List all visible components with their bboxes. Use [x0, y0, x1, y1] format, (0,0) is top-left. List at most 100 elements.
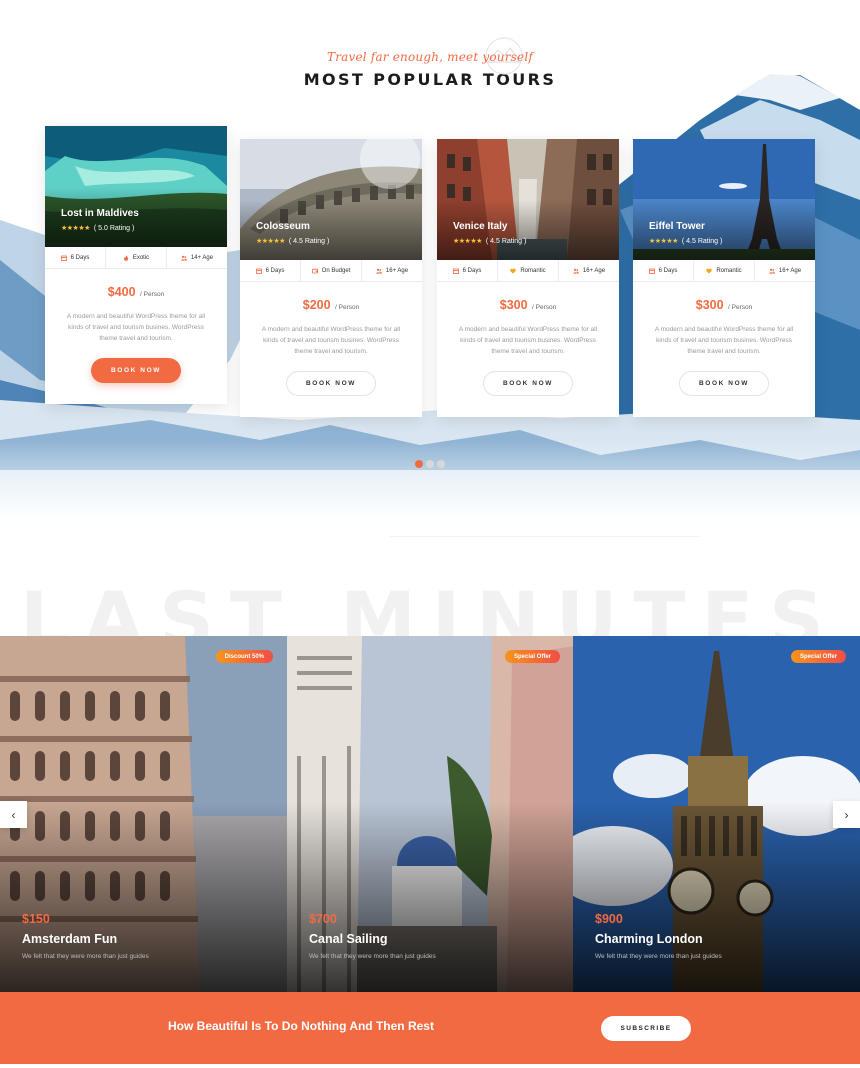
meta-age: 14+ Age — [167, 247, 227, 268]
meta-category: Romantic — [498, 260, 559, 281]
price-unit: / Person — [728, 304, 753, 311]
rating-stars: ★★★★★ — [256, 238, 285, 245]
book-now-button[interactable]: BOOK NOW — [483, 371, 573, 396]
tour-name[interactable]: Eiffel Tower — [649, 221, 705, 232]
tour-description: A modern and beautiful WordPress theme f… — [458, 326, 598, 355]
price-unit: / Person — [140, 291, 165, 298]
price-amount: $300 — [499, 298, 528, 312]
people-icon — [181, 255, 187, 261]
divider — [390, 536, 700, 537]
tour-description: A modern and beautiful WordPress theme f… — [66, 313, 206, 342]
tour-image[interactable]: Colosseum ★★★★★( 4.5 Rating ) — [240, 139, 422, 260]
calendar-icon — [452, 268, 459, 274]
deal-description: We felt that they were more than just gu… — [22, 953, 149, 960]
tour-card[interactable]: Eiffel Tower ★★★★★( 4.5 Rating ) 6 Days … — [633, 139, 815, 417]
deal-card[interactable]: Special Offer $700 Canal Sailing We felt… — [287, 636, 574, 992]
tour-card[interactable]: Colosseum ★★★★★( 4.5 Rating ) 6 Days On … — [240, 139, 422, 417]
section-header: Travel far enough, meet yourself MOST PO… — [0, 37, 860, 89]
flame-icon — [123, 254, 129, 261]
price-amount: $200 — [302, 298, 331, 312]
meta-category: Romantic — [694, 260, 755, 281]
people-icon — [769, 268, 775, 274]
tour-image[interactable]: Eiffel Tower ★★★★★( 4.5 Rating ) — [633, 139, 815, 260]
section-tagline: Travel far enough, meet yourself — [326, 50, 534, 64]
tour-price: $300 / Person — [633, 296, 815, 314]
tour-card[interactable]: Lost in Maldives ★★★★★( 5.0 Rating ) 6 D… — [45, 126, 227, 404]
special-offer-badge: Special Offer — [790, 650, 846, 663]
prev-arrow-icon[interactable]: ‹ — [0, 801, 27, 828]
subscribe-text: How Beautiful Is To Do Nothing And Then … — [168, 1019, 434, 1033]
meta-age: 16+ Age — [559, 260, 619, 281]
calendar-icon — [60, 255, 67, 261]
subscribe-banner: How Beautiful Is To Do Nothing And Then … — [0, 992, 860, 1064]
tour-image[interactable]: Venice Italy ★★★★★( 4.5 Rating ) — [437, 139, 619, 260]
tour-rating: ★★★★★( 4.5 Rating ) — [453, 237, 526, 245]
slider-pagination — [415, 460, 445, 468]
deal-description: We felt that they were more than just gu… — [309, 953, 436, 960]
price-amount: $400 — [107, 285, 136, 299]
tour-description: A modern and beautiful WordPress theme f… — [261, 326, 401, 355]
meta-duration: 6 Days — [45, 247, 106, 268]
deal-card[interactable]: Special Offer $900 Charming London We fe… — [573, 636, 860, 992]
price-amount: $300 — [695, 298, 724, 312]
tour-meta: 6 Days Exotic 14+ Age — [45, 247, 227, 269]
tour-image[interactable]: Lost in Maldives ★★★★★( 5.0 Rating ) — [45, 126, 227, 247]
price-unit: / Person — [335, 304, 360, 311]
tour-meta: 6 Days Romantic 16+ Age — [633, 260, 815, 282]
tour-card[interactable]: Venice Italy ★★★★★( 4.5 Rating ) 6 Days … — [437, 139, 619, 417]
meta-duration: 6 Days — [633, 260, 694, 281]
wallet-icon — [311, 268, 318, 274]
slider-dot-1[interactable] — [415, 460, 423, 468]
tour-price: $400 / Person — [45, 283, 227, 301]
meta-category: On Budget — [301, 260, 362, 281]
special-offer-badge: Special Offer — [504, 650, 560, 663]
calendar-icon — [255, 268, 262, 274]
deal-price: $700 — [309, 912, 337, 926]
tour-name[interactable]: Lost in Maldives — [61, 208, 139, 219]
deal-description: We felt that they were more than just gu… — [595, 953, 722, 960]
rating-text: ( 5.0 Rating ) — [93, 225, 135, 232]
deal-card[interactable]: Discount 50% $150 Amsterdam Fun We felt … — [0, 636, 287, 992]
tour-meta: 6 Days On Budget 16+ Age — [240, 260, 422, 282]
tour-rating: ★★★★★( 4.5 Rating ) — [649, 237, 722, 245]
tour-description: A modern and beautiful WordPress theme f… — [654, 326, 794, 355]
rating-stars: ★★★★★ — [649, 238, 678, 245]
meta-age: 16+ Age — [755, 260, 815, 281]
people-icon — [376, 268, 382, 274]
tour-price: $200 / Person — [240, 296, 422, 314]
tour-rating: ★★★★★( 4.5 Rating ) — [256, 237, 329, 245]
tour-meta: 6 Days Romantic 16+ Age — [437, 260, 619, 282]
rating-stars: ★★★★★ — [61, 225, 90, 232]
deal-price: $900 — [595, 912, 623, 926]
tour-name[interactable]: Colosseum — [256, 221, 310, 232]
section-title: MOST POPULAR TOURS — [303, 70, 557, 89]
book-now-button[interactable]: BOOK NOW — [679, 371, 769, 396]
deal-title[interactable]: Charming London — [595, 932, 703, 946]
deal-title[interactable]: Amsterdam Fun — [22, 932, 117, 946]
heart-icon — [510, 268, 517, 274]
meta-duration: 6 Days — [437, 260, 498, 281]
price-unit: / Person — [532, 304, 557, 311]
book-now-button[interactable]: BOOK NOW — [91, 358, 181, 383]
tour-rating: ★★★★★( 5.0 Rating ) — [61, 224, 134, 232]
discount-badge: Discount 50% — [215, 650, 273, 663]
meta-age: 16+ Age — [362, 260, 422, 281]
slider-dot-3[interactable] — [437, 460, 445, 468]
next-arrow-icon[interactable]: › — [833, 801, 860, 828]
people-icon — [573, 268, 579, 274]
rating-stars: ★★★★★ — [453, 238, 482, 245]
subscribe-button[interactable]: SUBSCRIBE — [601, 1016, 691, 1041]
slider-dot-2[interactable] — [426, 460, 434, 468]
meta-duration: 6 Days — [240, 260, 301, 281]
book-now-button[interactable]: BOOK NOW — [286, 371, 376, 396]
tour-name[interactable]: Venice Italy — [453, 221, 507, 232]
tour-price: $300 / Person — [437, 296, 619, 314]
heart-icon — [706, 268, 713, 274]
meta-category: Exotic — [106, 247, 167, 268]
rating-text: ( 4.5 Rating ) — [681, 238, 723, 245]
popular-tours-section: Travel far enough, meet yourself MOST PO… — [0, 0, 860, 520]
deal-title[interactable]: Canal Sailing — [309, 932, 388, 946]
last-minutes-background-title: LAST MINUTES — [19, 575, 840, 639]
deal-price: $150 — [22, 912, 50, 926]
calendar-icon — [648, 268, 655, 274]
